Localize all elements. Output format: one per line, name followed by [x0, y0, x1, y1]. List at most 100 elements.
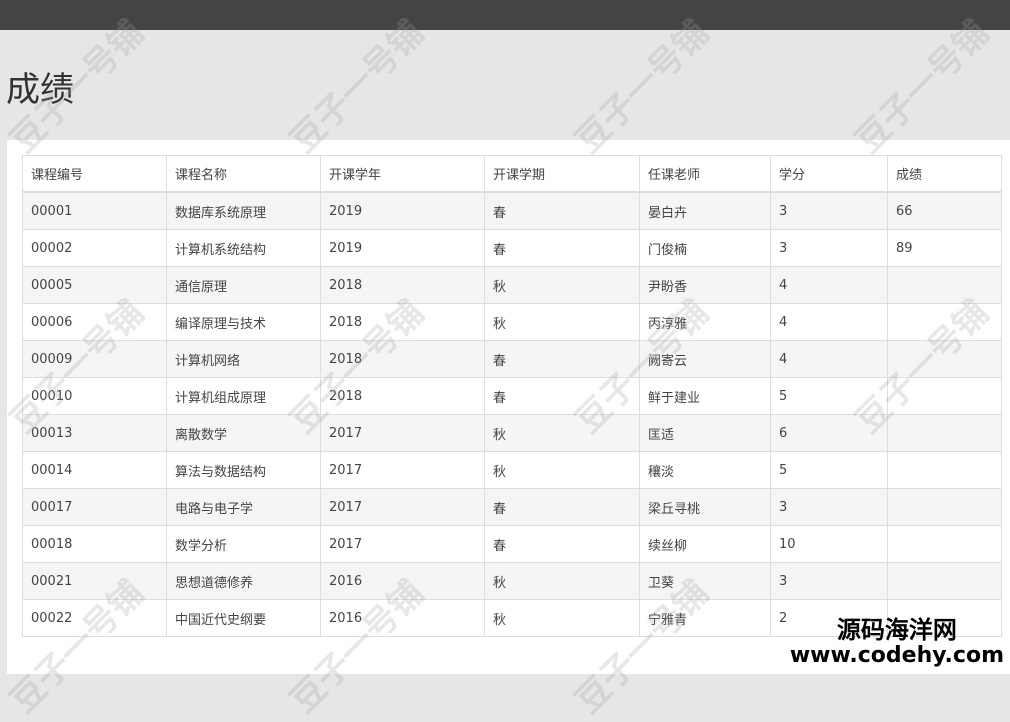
semester-cell: 秋 [484, 266, 640, 304]
academic-year-cell: 2016 [320, 562, 485, 600]
academic-year-cell: 2017 [320, 488, 485, 526]
teacher-cell: 丙淳雅 [639, 303, 771, 341]
table-row: 00010 计算机组成原理 2018 春鲜于建业 5 [22, 377, 1002, 415]
page-title: 成绩 [6, 70, 74, 110]
grade-cell [887, 266, 1002, 304]
semester-cell: 秋 [484, 451, 640, 489]
course-name-cell: 算法与数据结构 [166, 451, 321, 489]
semester-cell: 秋 [484, 599, 640, 637]
teacher-cell: 续丝柳 [639, 525, 771, 563]
course-name-cell: 中国近代史纲要 [166, 599, 321, 637]
credits-cell: 3 [770, 562, 888, 600]
teacher-cell: 尹盼香 [639, 266, 771, 304]
academic-year-cell: 2018 [320, 340, 485, 378]
table-header-row: 课程编号 课程名称 开课学年 开课学期 任课老师 学分 成绩 [22, 155, 1002, 193]
column-header-academic-year: 开课学年 [320, 155, 485, 193]
credits-cell: 5 [770, 451, 888, 489]
teacher-cell: 宁雅青 [639, 599, 771, 637]
teacher-cell: 晏白卉 [639, 191, 771, 230]
grade-cell [887, 414, 1002, 452]
teacher-cell: 梁丘寻桃 [639, 488, 771, 526]
semester-cell: 春 [484, 340, 640, 378]
course-id-cell: 00018 [22, 525, 167, 563]
grade-cell [887, 525, 1002, 563]
brand-name: 源码海洋网 [836, 616, 957, 645]
grade-cell [887, 377, 1002, 415]
course-name-cell: 数学分析 [166, 525, 321, 563]
grade-cell [887, 562, 1002, 600]
watermark-text: 豆子一号铺 [568, 12, 717, 162]
grades-table-body: 00001 数据库系统原理 2019 春晏白卉 3 66 00002 计算机系统结构 2019 春… [22, 191, 1002, 637]
teacher-cell: 鲜于建业 [639, 377, 771, 415]
academic-year-cell: 2019 [320, 229, 485, 267]
column-header-course-name: 课程名称 [166, 155, 321, 193]
credits-cell: 6 [770, 414, 888, 452]
semester-cell: 春 [484, 229, 640, 267]
table-row: 00021 思想道德修养 2016 秋卫葵 3 [22, 562, 1002, 600]
column-header-course-id: 课程编号 [22, 155, 167, 193]
course-id-cell: 00006 [22, 303, 167, 341]
grade-cell [887, 303, 1002, 341]
column-header-semester: 开课学期 [484, 155, 640, 193]
semester-cell: 春 [484, 488, 640, 526]
course-id-cell: 00014 [22, 451, 167, 489]
semester-cell: 秋 [484, 303, 640, 341]
semester-cell: 秋 [484, 562, 640, 600]
table-row: 00013 离散数学 2017 秋匡适 6 [22, 414, 1002, 452]
course-id-cell: 00001 [22, 191, 167, 230]
column-header-grade: 成绩 [887, 155, 1002, 193]
teacher-cell: 穰淡 [639, 451, 771, 489]
course-name-cell: 思想道德修养 [166, 562, 321, 600]
academic-year-cell: 2019 [320, 191, 485, 230]
course-id-cell: 00021 [22, 562, 167, 600]
course-id-cell: 00022 [22, 599, 167, 637]
brand-url: www.codehy.com [789, 642, 1004, 668]
course-id-cell: 00002 [22, 229, 167, 267]
top-navbar [0, 0, 1010, 30]
academic-year-cell: 2017 [320, 414, 485, 452]
course-name-cell: 通信原理 [166, 266, 321, 304]
table-row: 00017 电路与电子学 2017 春梁丘寻桃 3 [22, 488, 1002, 526]
course-id-cell: 00010 [22, 377, 167, 415]
course-id-cell: 00013 [22, 414, 167, 452]
course-name-cell: 编译原理与技术 [166, 303, 321, 341]
credits-cell: 5 [770, 377, 888, 415]
table-row: 00001 数据库系统原理 2019 春晏白卉 3 66 [22, 191, 1002, 230]
academic-year-cell: 2017 [320, 525, 485, 563]
grade-cell [887, 340, 1002, 378]
course-id-cell: 00005 [22, 266, 167, 304]
table-row: 00002 计算机系统结构 2019 春门俊楠 3 89 [22, 229, 1002, 267]
credits-cell: 3 [770, 488, 888, 526]
course-name-cell: 计算机组成原理 [166, 377, 321, 415]
table-row: 00018 数学分析 2017 春续丝柳 10 [22, 525, 1002, 563]
course-name-cell: 计算机系统结构 [166, 229, 321, 267]
teacher-cell: 卫葵 [639, 562, 771, 600]
academic-year-cell: 2018 [320, 303, 485, 341]
teacher-cell: 阙寄云 [639, 340, 771, 378]
teacher-cell: 匡适 [639, 414, 771, 452]
table-row: 00009 计算机网络 2018 春阙寄云 4 [22, 340, 1002, 378]
grade-cell [887, 451, 1002, 489]
academic-year-cell: 2016 [320, 599, 485, 637]
credits-cell: 4 [770, 266, 888, 304]
column-header-credits: 学分 [770, 155, 888, 193]
semester-cell: 春 [484, 377, 640, 415]
credits-cell: 4 [770, 340, 888, 378]
course-name-cell: 电路与电子学 [166, 488, 321, 526]
table-row: 00005 通信原理 2018 秋尹盼香 4 [22, 266, 1002, 304]
credits-cell: 3 [770, 191, 888, 230]
course-id-cell: 00009 [22, 340, 167, 378]
semester-cell: 春 [484, 191, 640, 230]
column-header-teacher: 任课老师 [639, 155, 771, 193]
course-id-cell: 00017 [22, 488, 167, 526]
credits-cell: 3 [770, 229, 888, 267]
grade-cell: 89 [887, 229, 1002, 267]
course-name-cell: 数据库系统原理 [166, 191, 321, 230]
grades-panel: 课程编号 课程名称 开课学年 开课学期 任课老师 学分 成绩 00001 数据库系… [7, 140, 1010, 674]
credits-cell: 4 [770, 303, 888, 341]
watermark-text: 豆子一号铺 [283, 12, 432, 162]
academic-year-cell: 2018 [320, 266, 485, 304]
grade-cell [887, 488, 1002, 526]
watermark-text: 豆子一号铺 [848, 12, 997, 162]
table-row: 00014 算法与数据结构 2017 秋穰淡 5 [22, 451, 1002, 489]
